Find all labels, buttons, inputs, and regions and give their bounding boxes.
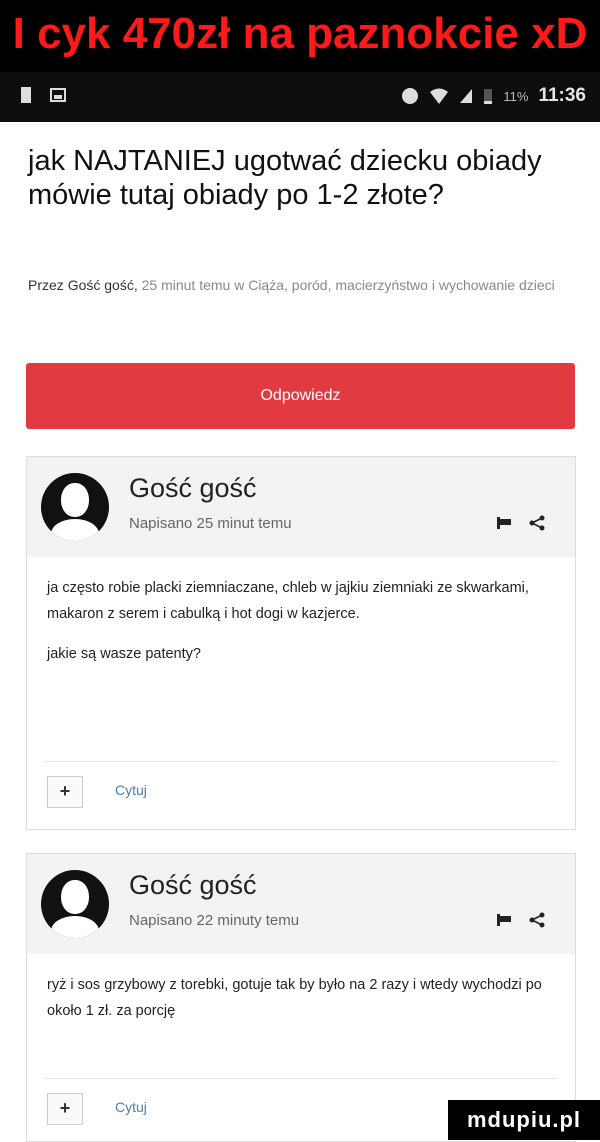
meme-caption: I cyk 470zł na paznokcie xD [0,0,600,72]
report-flag-icon[interactable] [497,517,511,529]
signal-icon [460,89,473,103]
clock: 11:36 [538,85,586,106]
post-header: Gość gość Napisano 25 minut temu [27,457,575,557]
post-author[interactable]: Gość gość [129,870,257,901]
topic-author-link[interactable]: Gość gość, [68,277,138,293]
meta-prefix: Przez [28,277,64,293]
wifi-icon [430,88,449,104]
post-paragraph: jakie są wasze patenty? [47,646,201,662]
share-icon[interactable] [529,912,545,928]
avatar[interactable] [41,473,109,541]
site-watermark: mdupiu.pl [448,1100,600,1140]
post-paragraph: ryż i sos grzybowy z torebki, gotuje tak… [47,977,542,1019]
post-content: ja często robie placki ziemniaczane, chl… [27,557,575,761]
post-paragraph: ja często robie placki ziemniaczane, chl… [47,580,529,622]
battery-percent: 11% [503,88,529,104]
post: Gość gość Napisano 25 minut temu ja częs… [26,456,576,830]
post-author[interactable]: Gość gość [129,473,257,504]
avatar[interactable] [41,870,109,938]
post-timestamp: Napisano 25 minut temu [129,515,292,532]
battery-icon [484,89,493,104]
plus-button[interactable]: + [47,1093,83,1125]
post-timestamp: Napisano 22 minuty temu [129,912,300,929]
post-content: ryż i sos grzybowy z torebki, gotuje tak… [27,954,575,1078]
share-icon[interactable] [529,515,545,531]
plus-button[interactable]: + [47,776,83,808]
meta-rest: 25 minut temu w Ciąża, poród, macierzyńs… [141,277,555,293]
quote-link[interactable]: Cytuj [115,782,147,798]
topic-title: jak NAJTANIEJ ugotwać dziecku obiady mów… [28,145,542,211]
report-flag-icon[interactable] [497,914,511,926]
sim-card-icon [21,87,31,103]
post: Gość gość Napisano 22 minuty temu ryż i … [26,853,576,1142]
reply-button[interactable]: Odpowiedz [26,363,575,429]
quote-link[interactable]: Cytuj [115,1099,147,1115]
topic-meta: Przez Gość gość, 25 minut temu w Ciąża, … [28,270,573,300]
alarm-icon [402,88,419,104]
image-notification-icon [50,88,66,102]
post-footer: + Cytuj [45,761,557,822]
post-header: Gość gość Napisano 22 minuty temu [27,854,575,954]
status-bar: 11% 11:36 [0,72,600,122]
